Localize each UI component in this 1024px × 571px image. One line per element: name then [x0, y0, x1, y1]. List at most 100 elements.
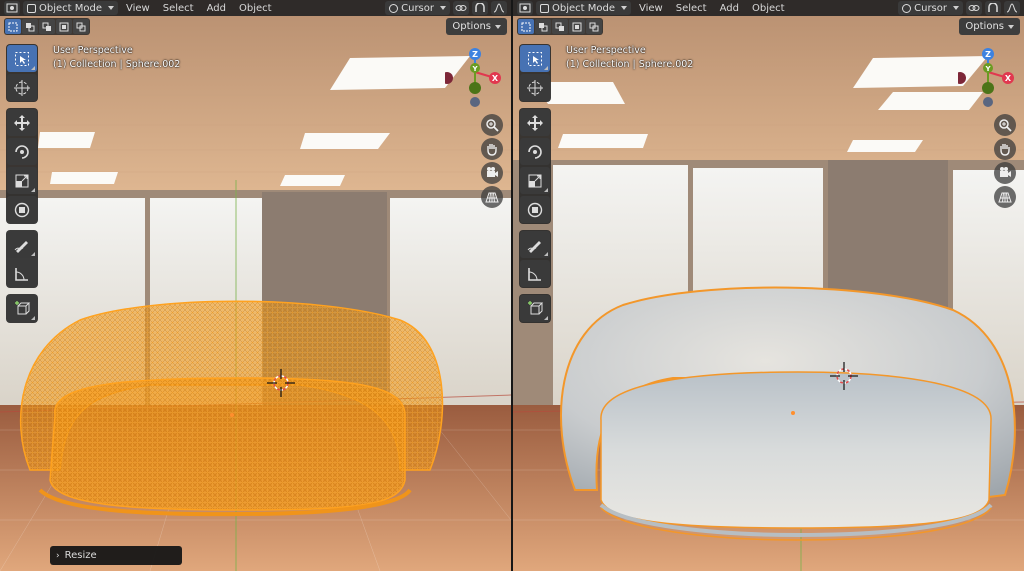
annotate-icon[interactable] — [520, 231, 550, 258]
redo-panel-label: Resize — [64, 550, 97, 561]
add-cube-icon[interactable] — [520, 295, 550, 322]
select-subtract-icon[interactable] — [39, 19, 55, 34]
select-new-icon[interactable] — [518, 19, 534, 34]
view-subtitle: (1) Collection | Sphere.002 — [53, 59, 181, 70]
select-box-icon[interactable] — [7, 45, 37, 72]
add-cube-icon[interactable] — [7, 295, 37, 322]
viewport-header: Object Mode View Select Add Object Curso… — [513, 0, 1024, 16]
view-title: User Perspective — [53, 45, 133, 56]
tool-group-annotate — [519, 230, 551, 288]
hand-icon[interactable] — [994, 138, 1016, 160]
viewport-info: User Perspective (1) Collection | Sphere… — [53, 44, 180, 72]
toolbar — [6, 44, 38, 329]
mode-dropdown[interactable]: Object Mode — [536, 1, 631, 15]
scale-icon[interactable] — [520, 167, 550, 194]
mode-label: Object Mode — [552, 2, 615, 14]
zoom-icon[interactable] — [994, 114, 1016, 136]
chevron-right-icon: › — [56, 550, 60, 561]
editor-type-icon[interactable] — [517, 1, 533, 15]
selection-modes — [4, 18, 90, 35]
select-new-icon[interactable] — [5, 19, 21, 34]
menu-add[interactable]: Add — [202, 3, 231, 14]
pivot-icon — [389, 3, 399, 13]
rotate-icon[interactable] — [520, 138, 550, 165]
menu-add[interactable]: Add — [715, 3, 744, 14]
annotate-icon[interactable] — [7, 231, 37, 258]
select-extend-icon[interactable] — [535, 19, 551, 34]
viewport-info: User Perspective (1) Collection | Sphere… — [566, 44, 693, 72]
pivot-icon — [902, 3, 912, 13]
mode-label: Object Mode — [39, 2, 102, 14]
move-icon[interactable] — [7, 109, 37, 136]
workspace: Object Mode View Select Add Object Curso… — [0, 0, 1024, 571]
grid-icon[interactable] — [994, 186, 1016, 208]
zoom-icon[interactable] — [481, 114, 503, 136]
scene-right — [513, 0, 1024, 571]
tool-group-add — [519, 294, 551, 323]
menu-object[interactable]: Object — [747, 3, 790, 14]
select-intersect-icon[interactable] — [73, 19, 89, 34]
select-extend-icon[interactable] — [22, 19, 38, 34]
scene-left — [0, 0, 511, 571]
mode-dropdown[interactable]: Object Mode — [23, 1, 118, 15]
cursor-icon[interactable] — [520, 74, 550, 101]
measure-icon[interactable] — [520, 260, 550, 287]
tool-group-transform — [6, 108, 38, 224]
snap-icon[interactable] — [985, 1, 1001, 15]
options-dropdown[interactable]: Options — [446, 18, 507, 35]
select-subtract-icon[interactable] — [552, 19, 568, 34]
scale-icon[interactable] — [7, 167, 37, 194]
view-title: User Perspective — [566, 45, 646, 56]
tool-group-select — [519, 44, 551, 102]
camera-icon[interactable] — [481, 162, 503, 184]
hand-icon[interactable] — [481, 138, 503, 160]
gizmo-x-label: X — [1005, 74, 1012, 83]
menu-view[interactable]: View — [121, 3, 155, 14]
menu-select[interactable]: Select — [158, 3, 199, 14]
snap-icon[interactable] — [472, 1, 488, 15]
pivot-label: Cursor — [914, 2, 947, 14]
tool-group-transform — [519, 108, 551, 224]
viewport-right[interactable]: Object Mode View Select Add Object Curso… — [513, 0, 1024, 571]
options-dropdown[interactable]: Options — [959, 18, 1020, 35]
pivot-label: Cursor — [401, 2, 434, 14]
cursor-icon[interactable] — [7, 74, 37, 101]
measure-icon[interactable] — [7, 260, 37, 287]
link-icon[interactable] — [966, 1, 982, 15]
menu-view[interactable]: View — [634, 3, 668, 14]
select-invert-icon[interactable] — [569, 19, 585, 34]
transform-icon[interactable] — [7, 196, 37, 223]
selection-modes — [517, 18, 603, 35]
tool-settings-bar: Options — [513, 17, 1024, 36]
pivot-dropdown[interactable]: Cursor — [898, 1, 963, 15]
grid-icon[interactable] — [481, 186, 503, 208]
redo-panel[interactable]: › Resize — [50, 546, 182, 565]
tool-group-select — [6, 44, 38, 102]
navigation-gizmo[interactable]: Z X Y — [445, 44, 505, 108]
camera-icon[interactable] — [994, 162, 1016, 184]
move-icon[interactable] — [520, 109, 550, 136]
proportional-icon[interactable] — [1004, 1, 1020, 15]
menu-select[interactable]: Select — [671, 3, 712, 14]
select-invert-icon[interactable] — [56, 19, 72, 34]
object-mode-icon — [27, 3, 36, 13]
transform-icon[interactable] — [520, 196, 550, 223]
pivot-dropdown[interactable]: Cursor — [385, 1, 450, 15]
viewport-left[interactable]: Object Mode View Select Add Object Curso… — [0, 0, 511, 571]
rotate-icon[interactable] — [7, 138, 37, 165]
view-subtitle: (1) Collection | Sphere.002 — [566, 59, 694, 70]
tool-settings-bar: Options — [0, 17, 511, 36]
select-box-icon[interactable] — [520, 45, 550, 72]
editor-type-icon[interactable] — [4, 1, 20, 15]
navigation-gizmo[interactable]: Z X Y — [958, 44, 1018, 108]
link-icon[interactable] — [453, 1, 469, 15]
toolbar — [519, 44, 551, 329]
menu-object[interactable]: Object — [234, 3, 277, 14]
viewport-header: Object Mode View Select Add Object Curso… — [0, 0, 511, 16]
gizmo-y-label: Y — [984, 65, 991, 73]
select-intersect-icon[interactable] — [586, 19, 602, 34]
tool-group-annotate — [6, 230, 38, 288]
tool-group-add — [6, 294, 38, 323]
proportional-icon[interactable] — [491, 1, 507, 15]
object-mode-icon — [540, 3, 549, 13]
